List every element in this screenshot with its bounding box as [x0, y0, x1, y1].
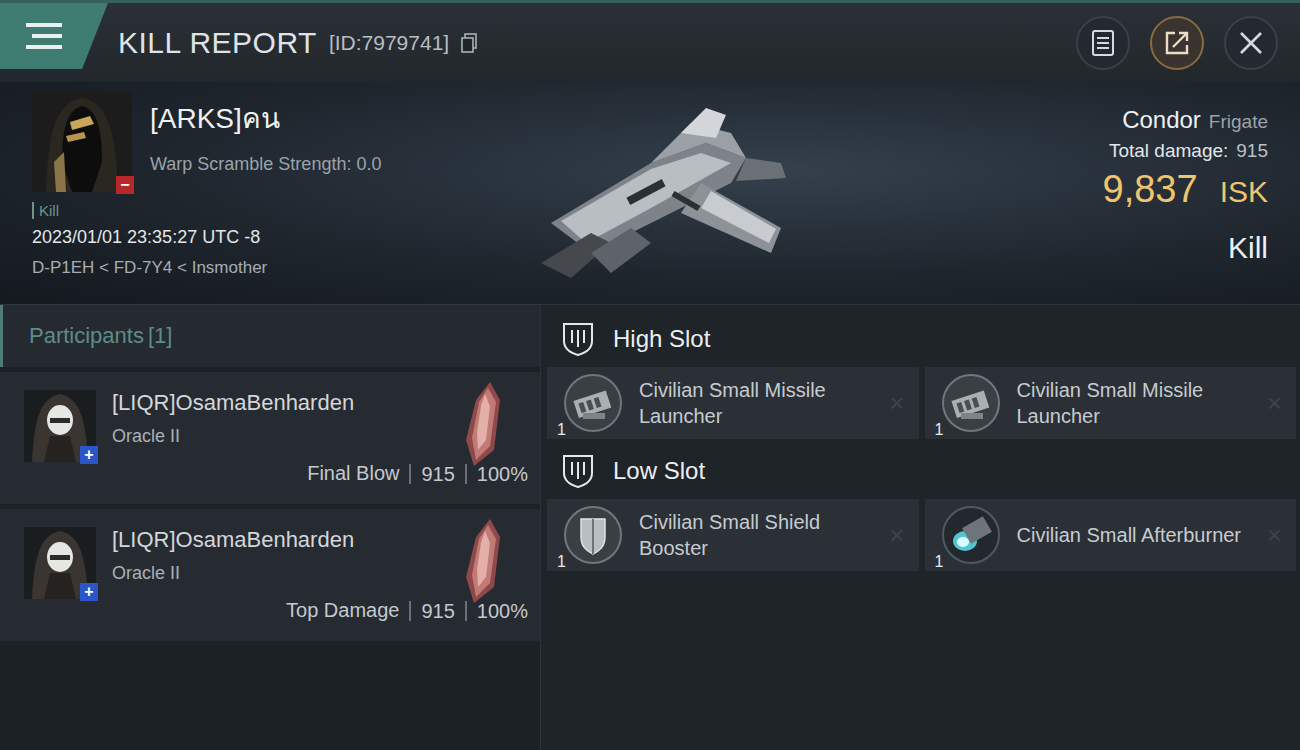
clipboard-button[interactable]	[1076, 16, 1130, 70]
isk-value: 9,837	[1103, 168, 1198, 211]
participant-damage: 915	[409, 601, 454, 621]
ship-icon	[460, 380, 504, 468]
participant-role: Final Blow	[307, 462, 399, 485]
slot-group: Low Slot1Civilian Small Shield Booster×1…	[547, 443, 1296, 571]
fitting-panel: High Slot 1 Civilian Small Missile Launche…	[541, 305, 1300, 750]
participant-share: 100%	[465, 601, 528, 621]
kill-tag: Kill	[32, 202, 59, 219]
top-bar: KILL REPORT [ID:7979741]	[0, 0, 1300, 82]
participant-row[interactable]: + [LIQR]OsamaBenharden Oracle II Top Damage…	[0, 509, 540, 641]
ship-icon	[460, 517, 504, 605]
module-quantity: 1	[557, 421, 566, 439]
destroyed-mark: ×	[889, 388, 904, 419]
total-damage: 915	[1236, 140, 1268, 162]
victim-portrait[interactable]: −	[32, 92, 132, 192]
participant-portrait[interactable]: +	[24, 390, 96, 462]
participant-role: Top Damage	[286, 599, 399, 622]
close-icon	[1238, 30, 1264, 56]
close-button[interactable]	[1224, 16, 1278, 70]
module-item[interactable]: 1 Civilian Small Shield Booster ×	[547, 499, 919, 571]
afterburner-icon	[941, 505, 1001, 565]
victim-name: [ARKS]คน	[150, 96, 381, 140]
module-item[interactable]: 1 Civilian Small Afterburner ×	[925, 499, 1297, 571]
report-id: [ID:7979741]	[329, 31, 449, 55]
module-name: Civilian Small Missile Launcher	[1017, 377, 1251, 429]
slot-header: High Slot	[547, 311, 1296, 367]
ship-icon	[531, 103, 801, 283]
module-quantity: 1	[935, 553, 944, 571]
victim-banner: − [ARKS]คน Warp Scramble Strength: 0.0 Kill…	[0, 82, 1300, 305]
friendly-badge: +	[80, 583, 98, 601]
participant-ship: Oracle II	[112, 563, 354, 584]
friendly-badge: +	[80, 446, 98, 464]
module-item[interactable]: 1 Civilian Small Missile Launcher ×	[547, 367, 919, 439]
module-item[interactable]: 1 Civilian Small Missile Launcher ×	[925, 367, 1297, 439]
warp-scramble-strength: Warp Scramble Strength: 0.0	[150, 154, 381, 175]
ship-name: Condor	[1122, 106, 1201, 134]
participant-ship: Oracle II	[112, 426, 354, 447]
participants-header: Participants[1]	[0, 305, 540, 367]
slot-title: Low Slot	[613, 457, 705, 485]
kill-report-screen: KILL REPORT [ID:7979741] − [ARKS]คน Warp Scr…	[0, 0, 1300, 750]
isk-unit: ISK	[1220, 175, 1268, 209]
destroyed-mark: ×	[1267, 388, 1282, 419]
participant-share: 100%	[465, 464, 528, 484]
hamburger-icon	[26, 21, 62, 51]
destroyed-mark: ×	[889, 520, 904, 551]
report-title: KILL REPORT	[118, 26, 317, 60]
kill-time: 2023/01/01 23:35:27 UTC -8	[32, 227, 492, 248]
share-button[interactable]	[1150, 16, 1204, 70]
module-name: Civilian Small Shield Booster	[639, 509, 873, 561]
destroyed-mark: ×	[1267, 520, 1282, 551]
hostile-badge: −	[116, 176, 134, 194]
copy-icon[interactable]	[461, 33, 477, 53]
participants-panel: Participants[1] + [LIQR]OsamaBenharden Orac…	[0, 305, 541, 750]
menu-button[interactable]	[0, 3, 108, 69]
module-quantity: 1	[935, 421, 944, 439]
participants-title: Participants	[29, 323, 144, 349]
participant-name: [LIQR]OsamaBenharden	[112, 390, 354, 416]
participant-damage: 915	[409, 464, 454, 484]
kill-location: D-P1EH < FD-7Y4 < Insmother	[32, 258, 492, 278]
slot-shield-icon	[561, 453, 595, 489]
module-name: Civilian Small Missile Launcher	[639, 377, 873, 429]
slot-title: High Slot	[613, 325, 710, 353]
missile-launcher-icon	[941, 373, 1001, 433]
module-name: Civilian Small Afterburner	[1017, 522, 1251, 548]
participant-name: [LIQR]OsamaBenharden	[112, 527, 354, 553]
shield-booster-icon	[563, 505, 623, 565]
module-quantity: 1	[557, 553, 566, 571]
slot-header: Low Slot	[547, 443, 1296, 499]
slot-shield-icon	[561, 321, 595, 357]
participants-count: [1]	[148, 323, 172, 349]
clipboard-icon	[1091, 29, 1115, 57]
participant-row[interactable]: + [LIQR]OsamaBenharden Oracle II Final Blow…	[0, 372, 540, 504]
share-icon	[1163, 29, 1191, 57]
total-damage-label: Total damage:	[1109, 140, 1228, 162]
missile-launcher-icon	[563, 373, 623, 433]
kill-result: Kill	[1228, 231, 1268, 265]
participant-portrait[interactable]: +	[24, 527, 96, 599]
ship-class: Frigate	[1209, 111, 1268, 133]
slot-group: High Slot 1 Civilian Small Missile Launche…	[547, 311, 1296, 439]
